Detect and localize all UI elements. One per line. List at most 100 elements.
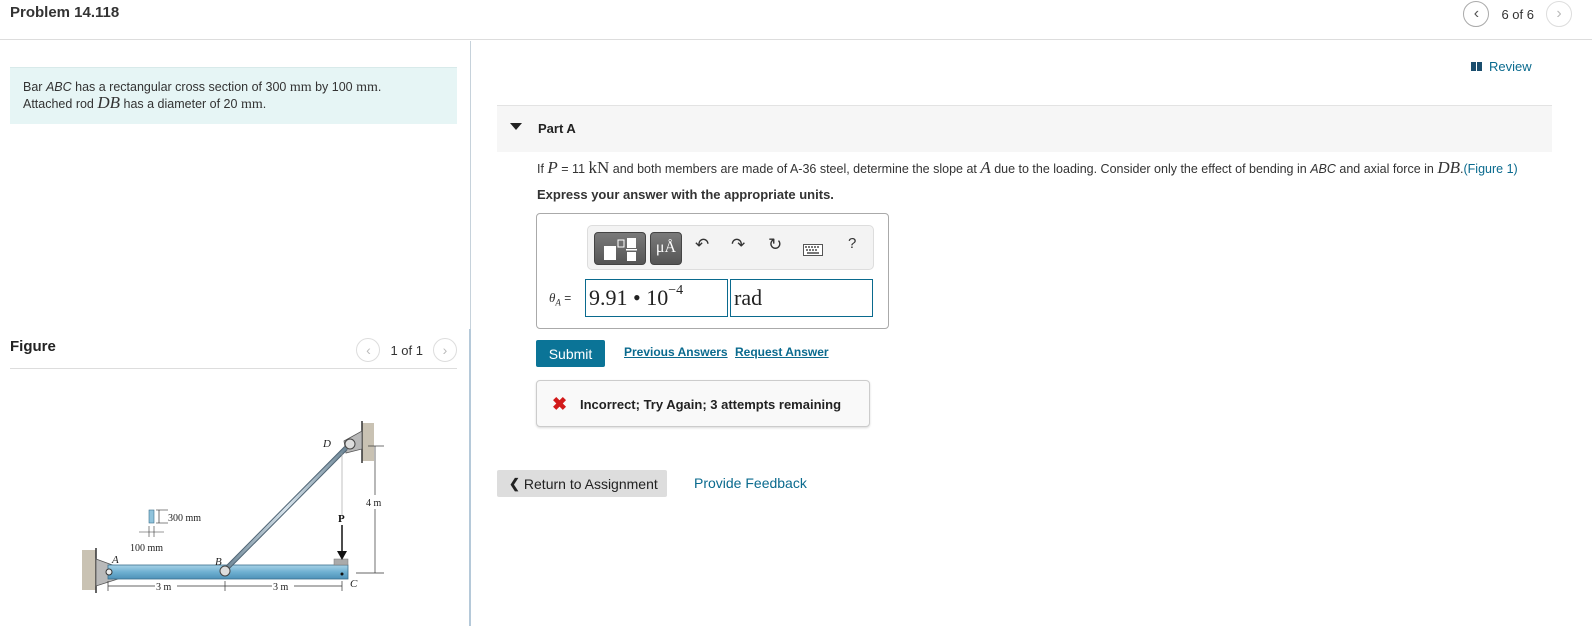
label-b: B <box>215 556 222 568</box>
cross-section <box>148 509 155 524</box>
symbol: P <box>547 158 558 177</box>
force-p-arrowhead <box>337 551 347 560</box>
rod-name: DB <box>97 93 121 112</box>
problem-pager-text: 6 of 6 <box>1501 6 1534 22</box>
label-span-bc: 3 m <box>273 582 289 593</box>
redo-button[interactable]: ↷ <box>731 235 745 255</box>
unit: mm <box>356 80 378 95</box>
submit-button[interactable]: Submit <box>536 340 605 367</box>
answer-value-input[interactable]: 9.91 • 10−4 <box>585 279 728 317</box>
help-icon: ? <box>848 235 857 252</box>
problem-pager: ‹ 6 of 6 › <box>1463 1 1572 27</box>
review-link[interactable]: Review <box>1471 59 1532 74</box>
label-p: P <box>338 513 345 525</box>
request-answer-link[interactable]: Request Answer <box>735 345 829 359</box>
value-exponent: −4 <box>668 282 684 298</box>
figure-pager-text: 1 of 1 <box>390 342 423 358</box>
bar-name: ABC <box>45 80 72 94</box>
text: and axial force in <box>1335 162 1438 176</box>
answer-label: θA = <box>549 290 571 308</box>
undo-icon: ↶ <box>695 235 710 254</box>
wall-a <box>82 550 96 590</box>
pin-a <box>105 568 113 576</box>
provide-feedback-link[interactable]: Provide Feedback <box>694 475 807 491</box>
part-title: Part A <box>538 121 576 136</box>
figure-diagram: P A B C D 4 m 3 m 3 m 300 mm 100 mm <box>82 421 388 593</box>
rod-name: DB <box>1437 158 1461 177</box>
units-button[interactable]: μÅ <box>650 232 682 265</box>
label-c: C <box>350 578 358 590</box>
text: If <box>537 162 548 176</box>
pane-resize-handle[interactable] <box>469 329 471 626</box>
text: Attached rod <box>23 97 98 111</box>
figure-link[interactable]: (Figure 1) <box>1464 162 1518 176</box>
label-span-ab: 3 m <box>156 582 172 593</box>
chevron-right-icon: › <box>442 342 448 358</box>
text: by 100 <box>311 80 357 94</box>
problem-intro: Bar ABC has a rectangular cross section … <box>10 67 457 124</box>
pin-d <box>344 438 356 450</box>
figure-pager: ‹ 1 of 1 › <box>356 338 457 362</box>
answer-unit-input[interactable]: rad <box>730 279 873 317</box>
answer-box: μÅ ↶ ↷ ↻ ? θA = 9.91 • 10−4 rad <box>536 213 889 329</box>
intro-line-1: Bar ABC has a rectangular cross section … <box>23 80 444 95</box>
load-plate <box>333 558 349 566</box>
previous-problem-button[interactable]: ‹ <box>1463 1 1490 27</box>
unit: mm <box>289 80 312 95</box>
feedback-message: ✖ Incorrect; Try Again; 3 attempts remai… <box>536 380 870 427</box>
pane-divider <box>470 41 471 329</box>
templates-icon <box>604 238 637 261</box>
text: and both members are made of A-36 steel,… <box>609 162 981 176</box>
undo-button[interactable]: ↶ <box>695 235 709 255</box>
chevron-right-icon: › <box>1556 5 1562 22</box>
text: = 11 <box>557 162 589 176</box>
previous-figure-button[interactable]: ‹ <box>356 338 381 362</box>
redo-icon: ↷ <box>731 235 746 254</box>
return-to-assignment-button[interactable]: ❮ Return to Assignment <box>497 470 667 497</box>
text: has a rectangular cross section of 300 <box>71 80 290 94</box>
intro-line-2: Attached rod DB has a diameter of 20 mm. <box>23 93 444 112</box>
text: . <box>377 80 382 94</box>
review-label: Review <box>1489 59 1532 74</box>
label-section-h: 300 mm <box>168 513 201 524</box>
chevron-left-icon: ‹ <box>1473 5 1480 22</box>
book-icon <box>1471 62 1483 71</box>
text: has a diameter of 20 <box>120 97 241 111</box>
reset-icon: ↻ <box>768 235 783 254</box>
point-c-dot <box>340 572 344 576</box>
x-icon: ✖ <box>552 394 568 414</box>
chevron-left-icon: ‹ <box>366 342 371 358</box>
wall-d <box>362 423 374 461</box>
feedback-text: Incorrect; Try Again; 3 attempts remaini… <box>580 397 842 412</box>
caret-down-icon <box>510 123 522 130</box>
part-a-header[interactable]: Part A <box>497 105 1552 152</box>
problem-title: Problem 14.118 <box>10 4 120 21</box>
figure-header: Figure ‹ 1 of 1 › <box>10 332 457 369</box>
question-text: If P = 11 kN and both members are made o… <box>537 158 1518 178</box>
text: due to the loading. Consider only the ef… <box>990 162 1311 176</box>
top-bar: Problem 14.118 ‹ 6 of 6 › <box>0 0 1592 40</box>
rod-db-highlight <box>224 446 348 571</box>
previous-answers-link[interactable]: Previous Answers <box>624 345 728 359</box>
unit: kN <box>588 158 610 177</box>
units-icon: μÅ <box>655 239 677 256</box>
keyboard-icon <box>803 244 823 256</box>
next-problem-button[interactable]: › <box>1546 1 1572 27</box>
reset-button[interactable]: ↻ <box>768 235 782 255</box>
help-button[interactable]: ? <box>848 235 856 252</box>
math-toolbar: μÅ ↶ ↷ ↻ ? <box>587 225 874 270</box>
label-section-w: 100 mm <box>130 543 163 554</box>
templates-button[interactable] <box>594 232 646 265</box>
label-d: D <box>322 438 331 450</box>
equals: = <box>560 291 572 305</box>
keyboard-button[interactable] <box>803 241 823 261</box>
answer-instruction: Express your answer with the appropriate… <box>537 187 834 202</box>
unit: mm <box>240 97 263 112</box>
label-height-dim: 4 m <box>366 498 382 509</box>
return-label: Return to Assignment <box>523 475 658 492</box>
next-figure-button[interactable]: › <box>433 338 457 362</box>
symbol: A <box>980 158 991 177</box>
label-a: A <box>111 554 119 566</box>
value-mantissa: 9.91 • 10 <box>589 285 669 310</box>
text: Bar <box>23 80 46 94</box>
